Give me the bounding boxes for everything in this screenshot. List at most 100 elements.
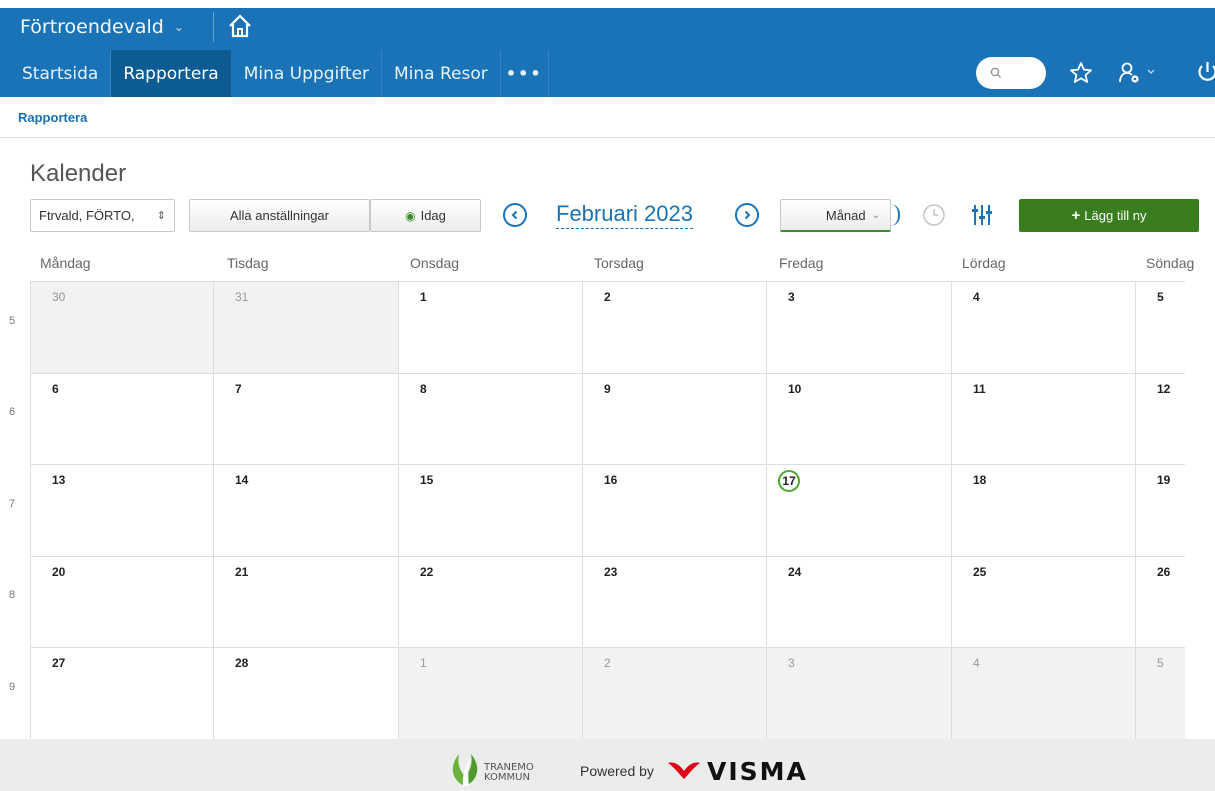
date-number: 8 [420,381,427,396]
date-number: 9 [604,381,611,396]
month-label[interactable]: Februari 2023 [556,201,693,229]
org-line-2: KOMMUN [484,772,530,783]
calendar-day-cell[interactable]: 1 [399,648,583,740]
nav-rapportera[interactable]: Rapportera [111,50,232,97]
calendar-day-cell[interactable]: 17 [767,465,952,557]
role-switcher[interactable]: Förtroendevald ⌄ [20,12,184,42]
calendar-day-cell[interactable]: 10 [767,373,952,466]
clock-icon[interactable] [922,203,946,232]
star-icon[interactable] [1068,58,1094,88]
calendar-day-cell[interactable]: 4 [952,648,1136,740]
calendar-day-cell[interactable]: 25 [952,556,1136,649]
calendar-day-cell[interactable]: 12 [1136,374,1185,466]
date-number: 2 [604,656,611,671]
week-number: 6 [9,406,16,418]
breadcrumb: Rapportera [0,97,1215,138]
date-number: 31 [235,290,249,304]
date-number: 25 [973,564,987,579]
calendar-day-cell[interactable]: 5 [1136,648,1185,740]
date-number: 28 [235,656,249,671]
calendar-day-cell[interactable]: 9 [583,373,767,466]
calendar-day-cell[interactable]: 5 [1136,282,1185,374]
previous-month-button[interactable] [503,203,527,227]
today-button[interactable]: ◉ Idag [370,199,481,232]
calendar-day-cell[interactable]: 15 [399,465,583,557]
breadcrumb-item[interactable]: Rapportera [18,110,87,125]
calendar-day-cell[interactable]: 4 [952,282,1136,374]
nav-mina-uppgifter[interactable]: Mina Uppgifter [232,50,383,97]
visma-wordmark: VISMA [707,757,808,786]
date-number: 4 [973,290,980,304]
date-number: 5 [1157,656,1164,671]
weekday-header: Måndag [40,255,91,271]
filter-settings-icon[interactable] [970,203,994,232]
calendar-day-cell[interactable]: 14 [214,465,399,557]
calendar-day-cell[interactable]: 3 [767,282,952,374]
date-number: 1 [420,656,427,671]
more-menu-button[interactable]: ••• [501,50,549,97]
chevron-down-icon: ⌄ [173,20,184,34]
date-number: 3 [788,290,795,304]
target-icon: ◉ [405,208,416,223]
page-title: Kalender [30,160,127,187]
all-employments-label: Alla anställningar [229,208,329,223]
date-number: 5 [1157,290,1164,304]
power-icon[interactable] [1196,58,1215,88]
date-number: 2 [604,290,611,304]
week-number: 7 [9,498,16,510]
date-number: 7 [235,381,242,396]
calendar-day-cell[interactable]: 31 [214,282,399,374]
top-strip [0,0,1215,8]
all-employments-button[interactable]: Alla anställningar [189,199,370,232]
view-select[interactable]: Månad ⌄ [780,199,891,232]
calendar-day-cell[interactable]: 7 [214,373,399,466]
role-label: Förtroendevald [20,16,164,38]
calendar-day-cell[interactable]: 28 [214,648,399,740]
nav-mina-resor[interactable]: Mina Resor [382,50,501,97]
date-number: 1 [420,290,427,304]
calendar-day-cell[interactable]: 13 [30,465,214,557]
calendar-day-cell[interactable]: 23 [583,556,767,649]
weekday-header: Onsdag [410,255,460,271]
weekday-header: Lördag [962,255,1006,271]
calendar-day-cell[interactable]: 21 [214,556,399,649]
calendar-day-cell[interactable]: 20 [30,556,214,649]
plus-icon: + [1071,207,1081,224]
calendar-day-cell[interactable]: 22 [399,556,583,649]
date-number: 19 [1157,473,1171,488]
today-label: Idag [420,208,446,223]
calendar-day-cell[interactable]: 24 [767,556,952,649]
next-month-button[interactable] [735,203,759,227]
search-icon [990,67,1001,78]
calendar-day-cell[interactable]: 2 [583,648,767,740]
arc-icon [890,204,900,226]
calendar-day-cell[interactable]: 30 [30,282,214,374]
calendar-day-cell[interactable]: 16 [583,465,767,557]
date-number: 15 [420,473,434,488]
chevron-right-icon [744,210,751,220]
date-number: 23 [604,564,618,579]
add-new-button[interactable]: + Lägg till ny [1019,199,1199,232]
calendar-day-cell[interactable]: 8 [399,373,583,466]
week-number: 9 [9,681,16,693]
calendar-day-cell[interactable]: 26 [1136,557,1185,649]
date-number: 12 [1157,381,1171,396]
calendar-day-cell[interactable]: 3 [767,648,952,740]
week-number: 5 [9,315,16,327]
calendar-day-cell[interactable]: 11 [952,373,1136,466]
sort-arrows-icon: ⇕ [156,210,166,222]
home-icon[interactable] [226,12,254,40]
weekday-header: Torsdag [594,255,644,271]
calendar-day-cell[interactable]: 1 [399,282,583,374]
nav-startsida[interactable]: Startsida [10,50,112,97]
calendar-day-cell[interactable]: 18 [952,465,1136,557]
date-number: 16 [604,473,618,488]
employee-select[interactable]: Ftrvald, FÖRTO, ⇕ [30,199,175,232]
user-settings-icon[interactable] [1118,58,1158,88]
calendar-day-cell[interactable]: 27 [30,648,214,740]
calendar-day-cell[interactable]: 6 [30,373,214,466]
calendar-day-cell[interactable]: 19 [1136,465,1185,557]
view-select-value: Månad [825,207,866,223]
calendar-day-cell[interactable]: 2 [583,282,767,374]
search-input[interactable] [976,57,1046,89]
